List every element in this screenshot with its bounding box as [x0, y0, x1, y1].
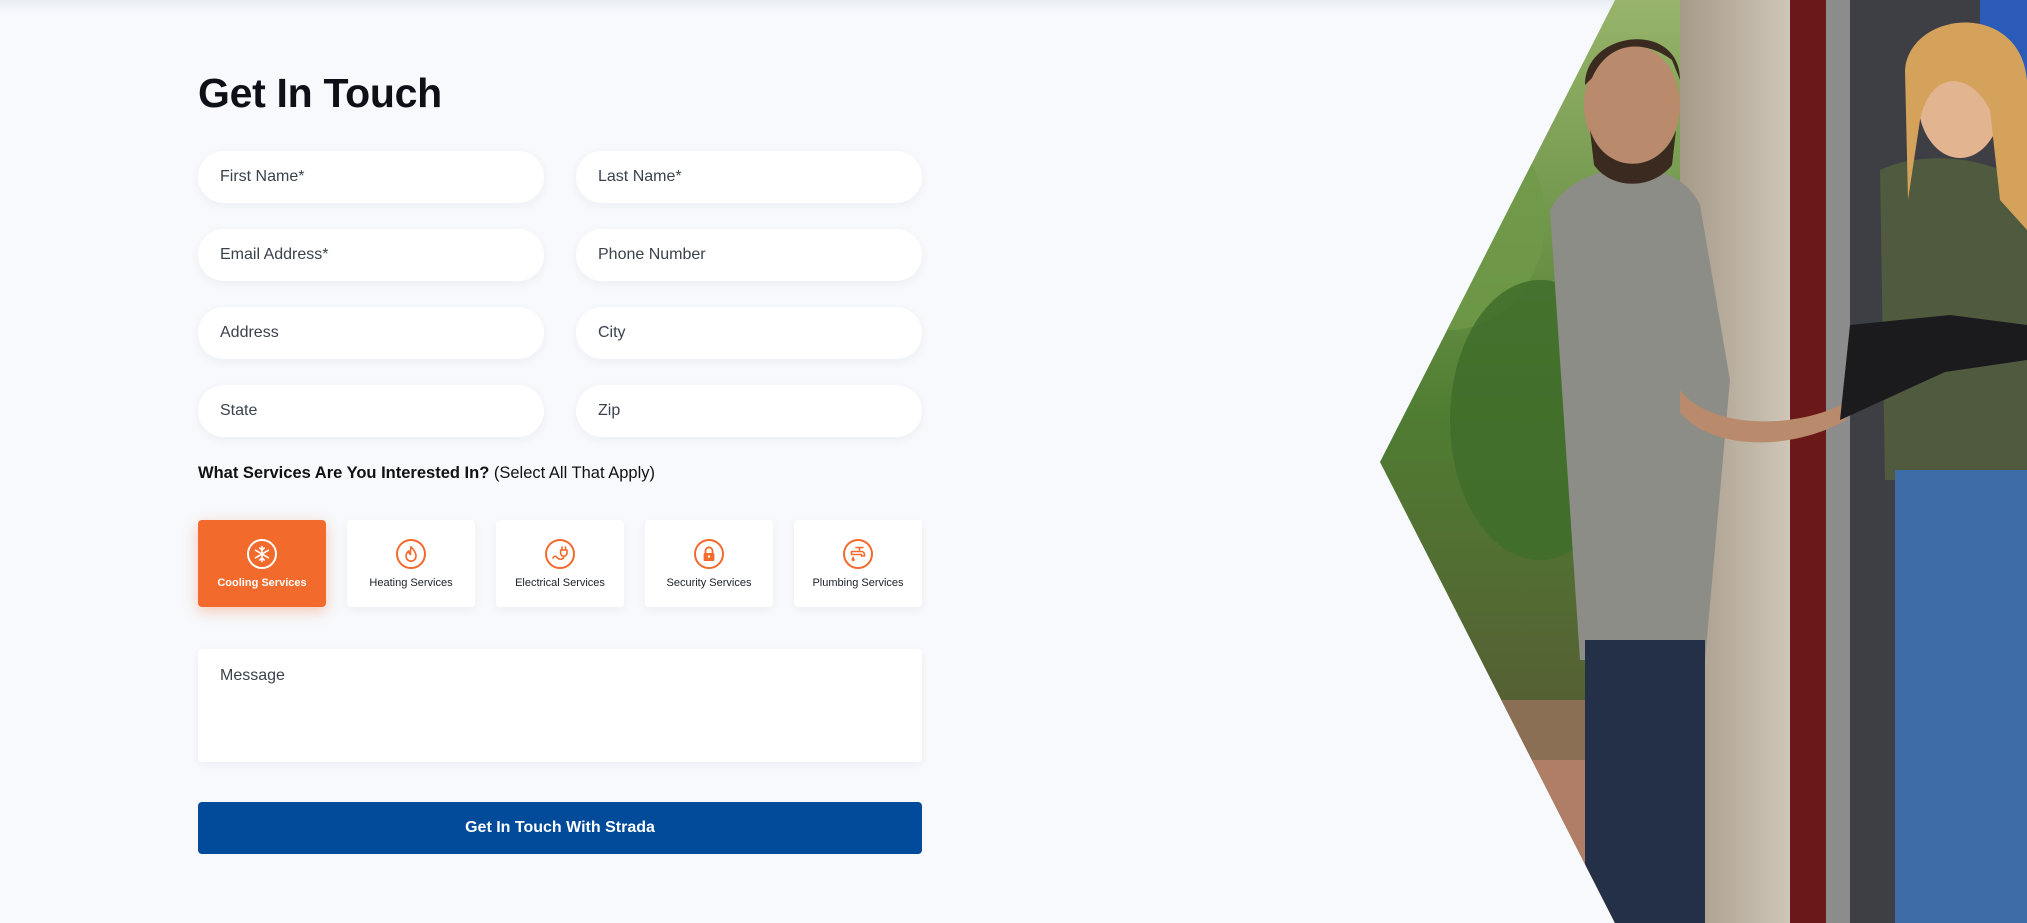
- service-option-electrical[interactable]: Electrical Services: [496, 520, 624, 607]
- page-title: Get In Touch: [198, 70, 442, 116]
- services-question-hint: (Select All That Apply): [493, 464, 655, 482]
- city-input[interactable]: [576, 307, 922, 359]
- lock-icon: [694, 538, 724, 569]
- service-option-security[interactable]: Security Services: [645, 520, 773, 607]
- plug-icon: [545, 538, 575, 569]
- service-label: Heating Services: [369, 576, 453, 589]
- services-question: What Services Are You Interested In? (Se…: [198, 464, 655, 483]
- message-textarea[interactable]: [198, 649, 922, 762]
- email-input[interactable]: [198, 229, 544, 281]
- zip-input[interactable]: [576, 385, 922, 437]
- service-option-heating[interactable]: Heating Services: [347, 520, 475, 607]
- service-label: Plumbing Services: [812, 576, 904, 589]
- service-label: Electrical Services: [515, 576, 605, 589]
- phone-input[interactable]: [576, 229, 922, 281]
- flame-icon: [396, 538, 426, 569]
- snowflake-icon: [247, 538, 277, 569]
- service-label: Cooling Services: [217, 576, 307, 589]
- submit-button[interactable]: Get In Touch With Strada: [198, 802, 922, 854]
- service-option-plumbing[interactable]: Plumbing Services: [794, 520, 922, 607]
- faucet-icon: [843, 538, 873, 569]
- first-name-input[interactable]: [198, 151, 544, 203]
- last-name-input[interactable]: [576, 151, 922, 203]
- address-input[interactable]: [198, 307, 544, 359]
- services-question-text: What Services Are You Interested In?: [198, 464, 490, 482]
- service-label: Security Services: [666, 576, 752, 589]
- service-option-cooling[interactable]: Cooling Services: [198, 520, 326, 607]
- state-input[interactable]: [198, 385, 544, 437]
- technician-customer-photo: [1380, 0, 2027, 923]
